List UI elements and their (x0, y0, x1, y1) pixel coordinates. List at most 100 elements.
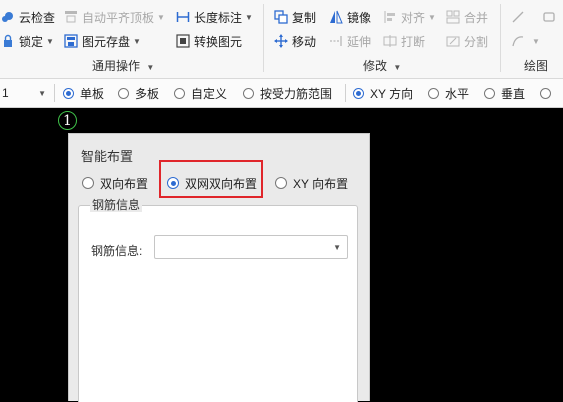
rebar-group-title: 钢筋信息 (90, 198, 143, 212)
element-save-label: 图元存盘 (82, 34, 131, 49)
mirror-icon (328, 9, 344, 25)
lock-button[interactable]: 锁定 ▼ (0, 30, 54, 52)
ribbon-separator (263, 4, 264, 72)
lock-label: 锁定 (19, 34, 44, 49)
length-dim-label: 长度标注 (194, 10, 243, 25)
radio-indicator (243, 87, 254, 99)
chevron-down-icon: ▼ (157, 12, 165, 22)
cloud-check-button[interactable]: 云检查 (0, 6, 55, 28)
radio-indicator (118, 87, 129, 99)
radio-custom[interactable]: 自定义 (174, 79, 227, 107)
draw-arc-button[interactable]: ▼ (510, 30, 540, 52)
break-label: 打断 (401, 34, 426, 49)
line-icon (510, 9, 526, 25)
radio-indicator (275, 177, 287, 189)
rebar-info-group: 钢筋信息 钢筋信息: ▼ (78, 198, 358, 402)
split-icon (445, 33, 461, 49)
merge-label: 合并 (464, 10, 489, 25)
radio-dual-net-bidirectional-layout[interactable]: 双网双向布置 (167, 174, 257, 192)
radio-xy-layout-label: XY 向布置 (293, 176, 349, 191)
mirror-label: 镜像 (347, 10, 372, 25)
ribbon-group-modify[interactable]: 修改 ▼ (363, 57, 401, 74)
move-icon (273, 33, 289, 49)
radio-by-stress-range-label: 按受力筋范围 (260, 86, 333, 101)
radio-indicator (82, 177, 94, 189)
layer-dropdown-value: 1 (2, 86, 9, 100)
auto-align-top-label: 自动平齐顶板 (82, 10, 155, 25)
mirror-button[interactable]: 镜像 (328, 6, 371, 28)
chevron-down-icon: ▼ (428, 12, 436, 22)
copy-icon (273, 9, 289, 25)
element-save-icon (63, 33, 79, 49)
cloud-check-icon (0, 9, 16, 25)
rebar-info-select[interactable]: ▼ (154, 235, 348, 259)
radio-bidirectional-layout[interactable]: 双向布置 (82, 174, 148, 192)
align-button[interactable]: 对齐 ▼ (382, 6, 436, 28)
panel-title: 智能布置 (81, 149, 134, 164)
chevron-down-icon: ▼ (245, 12, 253, 22)
length-dim-icon (175, 9, 191, 25)
align-label: 对齐 (401, 10, 426, 25)
radio-horizontal-label: 水平 (445, 86, 470, 101)
merge-icon (445, 9, 461, 25)
radio-dual-net-label: 双网双向布置 (185, 176, 258, 191)
radio-indicator (540, 87, 551, 99)
radio-indicator-selected (353, 87, 364, 99)
auto-align-icon (63, 9, 79, 25)
radio-custom-label: 自定义 (191, 86, 228, 101)
element-save-button[interactable]: 图元存盘 ▼ (63, 30, 141, 52)
chevron-down-icon: ▼ (133, 36, 141, 46)
radio-single-board-label: 单板 (80, 86, 105, 101)
radio-horizontal[interactable]: 水平 (428, 79, 469, 107)
extend-label: 延伸 (347, 34, 372, 49)
extend-icon (328, 33, 344, 49)
draw-rect-button[interactable] (541, 6, 560, 28)
option-bar: 1 ▼ 单板 多板 自定义 按受力筋范围 XY 方向 水平 垂直 (0, 79, 563, 108)
radio-by-stress-range[interactable]: 按受力筋范围 (243, 79, 332, 107)
axis-marker: 1 (58, 111, 77, 130)
merge-button[interactable]: 合并 (445, 6, 488, 28)
radio-xy-layout[interactable]: XY 向布置 (275, 174, 348, 192)
length-dimension-button[interactable]: 长度标注 ▼ (175, 6, 253, 28)
break-icon (382, 33, 398, 49)
radio-xy-direction[interactable]: XY 方向 (353, 79, 413, 107)
layer-dropdown[interactable]: 1 ▼ (2, 79, 48, 107)
radio-xy-direction-label: XY 方向 (370, 86, 414, 101)
radio-vertical-label: 垂直 (501, 86, 526, 101)
split-label: 分割 (464, 34, 489, 49)
ribbon-toolbar: 云检查 自动平齐顶板 ▼ 长度标注 ▼ 复制 镜像 对齐 ▼ 合并 锁定 ▼ 图… (0, 0, 563, 79)
smart-layout-panel: 智能布置 双向布置 双网双向布置 XY 向布置 钢筋信息 钢筋信息: ▼ (68, 133, 370, 402)
option-separator (345, 84, 346, 102)
align-icon (382, 9, 398, 25)
radio-indicator-selected (167, 177, 179, 189)
chevron-down-icon: ▼ (393, 63, 402, 72)
chevron-down-icon: ▼ (38, 88, 46, 98)
draw-line-button[interactable] (510, 6, 529, 28)
extend-button[interactable]: 延伸 (328, 30, 371, 52)
break-button[interactable]: 打断 (382, 30, 425, 52)
radio-vertical[interactable]: 垂直 (484, 79, 525, 107)
chevron-down-icon: ▼ (146, 63, 155, 72)
option-separator (54, 84, 55, 102)
move-label: 移动 (292, 34, 317, 49)
copy-button[interactable]: 复制 (273, 6, 316, 28)
split-button[interactable]: 分割 (445, 30, 488, 52)
radio-bidirectional-label: 双向布置 (100, 176, 149, 191)
ribbon-group-common-label: 通用操作 (92, 59, 141, 73)
ribbon-group-modify-label: 修改 (363, 59, 388, 73)
radio-multi-board[interactable]: 多板 (118, 79, 159, 107)
ribbon-group-common[interactable]: 通用操作 ▼ (92, 57, 154, 74)
radio-indicator (484, 87, 495, 99)
ribbon-group-draw: 绘图 (524, 57, 548, 74)
rect-icon (541, 9, 557, 25)
convert-element-button[interactable]: 转换图元 (175, 30, 242, 52)
arc-icon (510, 33, 526, 49)
convert-icon (175, 33, 191, 49)
radio-single-board[interactable]: 单板 (63, 79, 104, 107)
auto-align-top-button[interactable]: 自动平齐顶板 ▼ (63, 6, 165, 28)
radio-more[interactable] (540, 79, 557, 107)
chevron-down-icon: ▼ (532, 36, 540, 46)
copy-label: 复制 (292, 10, 317, 25)
move-button[interactable]: 移动 (273, 30, 316, 52)
chevron-down-icon: ▼ (333, 243, 341, 252)
